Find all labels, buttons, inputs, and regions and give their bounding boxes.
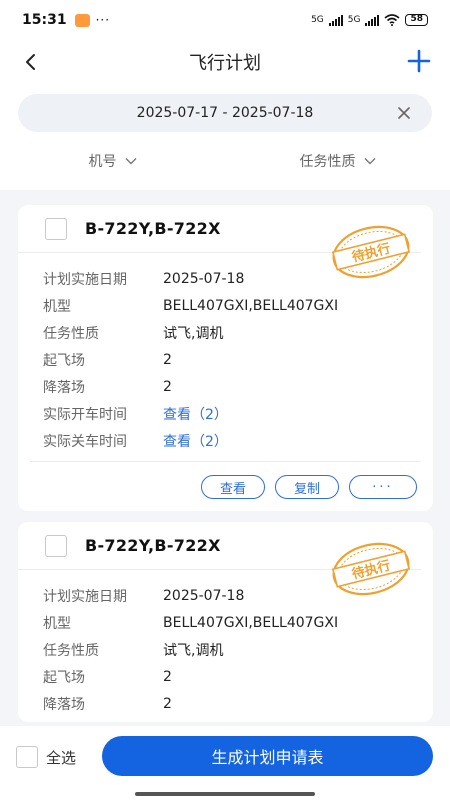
flight-plan-card[interactable]: B-722Y,B-722X 待执行 计划实施日期 2025-07-18 机型 BEL… — [18, 205, 433, 511]
close-icon[interactable] — [396, 105, 412, 121]
flight-plan-card[interactable]: B-722Y,B-722X 待执行 计划实施日期 2025-07-18 机型 BEL… — [18, 522, 433, 722]
filter-task-nature[interactable]: 任务性质 — [225, 146, 450, 176]
detail-label: 起飞场 — [43, 352, 85, 369]
detail-row: 降落场 2 — [43, 373, 433, 400]
network-label-1: 5G — [311, 15, 324, 25]
card-checkbox[interactable] — [45, 217, 67, 240]
detail-value: 试飞,调机 — [163, 642, 224, 659]
plus-icon[interactable] — [406, 48, 432, 74]
detail-row: 起飞场 2 — [43, 663, 433, 690]
network-label-2: 5G — [347, 15, 361, 25]
card-title: B-722Y,B-722X — [85, 219, 221, 238]
detail-label: 实际开车时间 — [43, 406, 127, 423]
detail-value: 2 — [163, 378, 172, 395]
signal-icon — [328, 14, 343, 26]
chevron-down-icon — [125, 158, 136, 165]
detail-row: 实际关车时间 查看（2） — [43, 427, 433, 454]
detail-row: 降落场 2 — [43, 690, 433, 717]
card-actions: 查看 复制 ··· — [201, 475, 417, 499]
detail-row: 机型 BELL407GXI,BELL407GXI — [43, 609, 433, 636]
page-title: 飞行计划 — [189, 53, 261, 74]
status-indicators: 5G 5G 58 — [311, 14, 428, 26]
detail-label: 任务性质 — [43, 642, 99, 659]
filter-label: 任务性质 — [299, 154, 356, 170]
detail-value: BELL407GXI,BELL407GXI — [163, 614, 339, 631]
chevron-down-icon — [364, 158, 375, 165]
filter-area: 2025-07-17 - 2025-07-18 机号 任务性质 — [0, 84, 450, 190]
detail-row: 机型 BELL407GXI,BELL407GXI — [43, 292, 433, 319]
detail-label: 任务性质 — [43, 325, 99, 342]
app-notification-icon — [74, 13, 90, 27]
status-bar: 15:31 ··· 5G 5G 58 — [0, 0, 450, 40]
detail-row: 任务性质 试飞,调机 — [43, 636, 433, 663]
more-notifications-icon: ··· — [95, 13, 111, 27]
copy-button[interactable]: 复制 — [275, 475, 339, 499]
divider — [30, 461, 421, 462]
view-button[interactable]: 查看 — [201, 475, 265, 499]
detail-value: 2 — [163, 668, 172, 685]
nav-bar: 飞行计划 — [0, 40, 450, 84]
bottom-bar: 全选 生成计划申请表 — [0, 726, 450, 800]
more-button[interactable]: ··· — [349, 475, 417, 499]
detail-value: 2025-07-18 — [163, 587, 245, 604]
pending-stamp-icon: 待执行 — [331, 542, 411, 596]
detail-label: 计划实施日期 — [43, 588, 127, 605]
filter-label: 机号 — [88, 154, 117, 170]
detail-value: BELL407GXI,BELL407GXI — [163, 297, 339, 314]
signal-icon-2 — [365, 14, 380, 26]
engine-start-link[interactable]: 查看（2） — [163, 404, 228, 424]
date-range-value: 2025-07-17 - 2025-07-18 — [136, 105, 314, 121]
pending-stamp-icon: 待执行 — [331, 225, 411, 279]
engine-stop-link[interactable]: 查看（2） — [163, 431, 228, 451]
wifi-icon — [384, 14, 400, 26]
detail-label: 实际关车时间 — [43, 433, 127, 450]
detail-value: 试飞,调机 — [163, 325, 224, 342]
home-indicator — [135, 792, 315, 796]
filter-tabs: 机号 任务性质 — [0, 146, 450, 176]
detail-label: 机型 — [43, 298, 71, 315]
battery-icon: 58 — [405, 14, 428, 26]
detail-row: 实际开车时间 查看（2） — [43, 400, 433, 427]
card-details: 计划实施日期 2025-07-18 机型 BELL407GXI,BELL407GXI… — [18, 253, 433, 454]
detail-value: 2 — [163, 351, 172, 368]
date-range-field[interactable]: 2025-07-17 - 2025-07-18 — [18, 94, 432, 132]
detail-label: 降落场 — [43, 379, 85, 396]
detail-value: 2 — [163, 695, 172, 712]
detail-label: 计划实施日期 — [43, 271, 127, 288]
chevron-left-icon[interactable] — [20, 49, 42, 75]
detail-label: 降落场 — [43, 696, 85, 713]
detail-label: 起飞场 — [43, 669, 85, 686]
detail-row: 起飞场 2 — [43, 346, 433, 373]
detail-value: 2025-07-18 — [163, 270, 245, 287]
status-time: 15:31 — [22, 12, 67, 28]
detail-row: 任务性质 试飞,调机 — [43, 319, 433, 346]
card-checkbox[interactable] — [45, 534, 67, 557]
select-all-control[interactable]: 全选 — [16, 746, 76, 768]
card-title: B-722Y,B-722X — [85, 536, 221, 555]
select-all-label: 全选 — [46, 748, 77, 767]
generate-application-button[interactable]: 生成计划申请表 — [102, 736, 433, 776]
detail-label: 机型 — [43, 615, 71, 632]
filter-aircraft-number[interactable]: 机号 — [0, 146, 225, 176]
select-all-checkbox[interactable] — [16, 746, 38, 768]
